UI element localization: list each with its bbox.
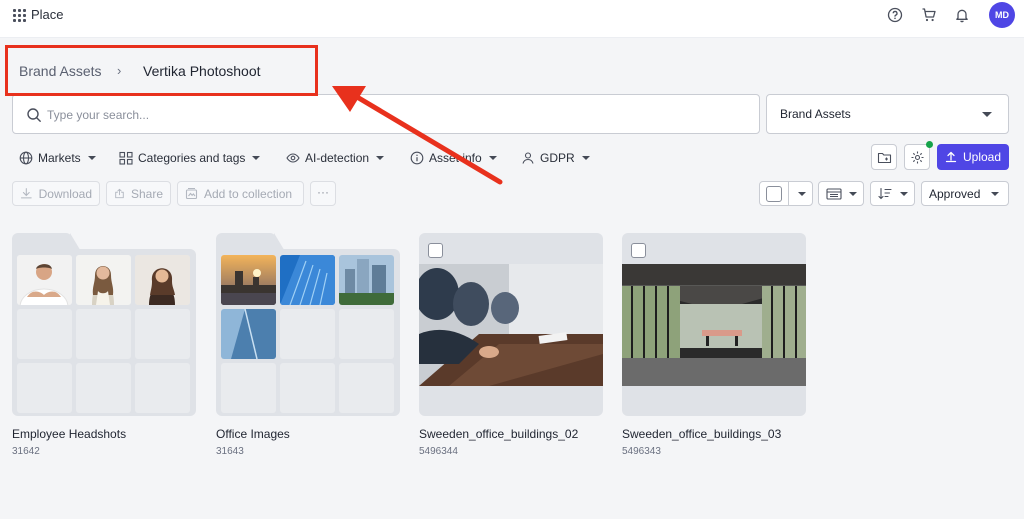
collection-select[interactable]: Brand Assets <box>766 94 1009 134</box>
download-button[interactable]: Download <box>12 181 100 206</box>
folder-thumbnail-grid <box>221 255 395 413</box>
empty-thumbnail-slot <box>76 363 131 413</box>
asset-card[interactable]: Sweeden_office_buildings_03 5496343 <box>622 233 806 463</box>
folder-plus-icon <box>877 152 891 163</box>
building-thumbnail <box>221 309 276 359</box>
settings-button[interactable] <box>904 144 930 170</box>
chevron-down-icon <box>982 112 992 117</box>
building-thumbnail <box>280 255 335 305</box>
empty-thumbnail-slot <box>280 363 335 413</box>
folder-id: 31642 <box>12 446 40 457</box>
headshot-thumbnail <box>135 255 190 305</box>
select-all-checkbox[interactable] <box>766 185 782 202</box>
sort-icon <box>878 187 892 200</box>
empty-thumbnail-slot <box>76 309 131 359</box>
chevron-down-icon <box>87 156 96 160</box>
folder-thumbnail-grid <box>17 255 191 413</box>
add-to-collection-button[interactable]: Add to collection <box>177 181 304 206</box>
filter-label: Markets <box>38 151 81 165</box>
share-label: Share <box>130 186 163 201</box>
filter-gdpr[interactable]: GDPR <box>521 149 590 167</box>
empty-thumbnail-slot <box>280 309 335 359</box>
asset-name[interactable]: Sweeden_office_buildings_02 <box>419 427 578 441</box>
eye-icon <box>286 153 300 163</box>
approval-status-value: Approved <box>929 187 981 201</box>
upload-icon <box>945 151 957 163</box>
cart-icon[interactable] <box>921 7 937 23</box>
person-icon <box>522 152 534 164</box>
headshot-thumbnail <box>17 255 72 305</box>
folder-body <box>216 249 400 416</box>
meeting-photo <box>419 264 603 386</box>
upload-button[interactable]: Upload <box>937 144 1009 170</box>
chevron-down-icon <box>991 192 999 196</box>
empty-thumbnail-slot <box>339 309 394 359</box>
app-title: Place <box>31 7 64 22</box>
bell-icon[interactable] <box>954 7 970 23</box>
filter-categories-and-tags[interactable]: Categories and tags <box>119 149 261 167</box>
folder-card[interactable]: Office Images 31643 <box>216 233 400 463</box>
folder-id: 31643 <box>216 446 244 457</box>
annotation-arrow-icon <box>332 86 503 185</box>
chevron-down-icon <box>252 156 261 160</box>
folder-card[interactable]: Employee Headshots 31642 <box>12 233 196 463</box>
status-dot <box>926 141 933 148</box>
empty-thumbnail-slot <box>17 363 72 413</box>
search-icon <box>27 108 41 122</box>
add-to-collection-label: Add to collection <box>204 186 293 201</box>
asset-name[interactable]: Sweeden_office_buildings_03 <box>622 427 781 441</box>
asset-id: 5496343 <box>622 446 661 457</box>
empty-thumbnail-slot <box>135 309 190 359</box>
help-icon[interactable] <box>887 7 903 23</box>
top-bar: Place MD <box>0 0 1024 38</box>
asset-select-checkbox[interactable] <box>428 243 443 258</box>
tags-icon <box>119 151 133 165</box>
asset-thumbnail-frame <box>622 233 806 416</box>
chevron-down-icon <box>849 191 857 196</box>
chevron-down-icon <box>798 191 806 196</box>
folder-body <box>12 249 196 416</box>
download-label: Download <box>38 186 92 201</box>
approval-status-select[interactable]: Approved <box>921 181 1009 206</box>
building-thumbnail <box>339 255 394 305</box>
new-folder-button[interactable] <box>871 144 897 170</box>
asset-card[interactable]: Sweeden_office_buildings_02 5496344 <box>419 233 603 463</box>
collection-icon <box>185 187 198 200</box>
office-interior-photo <box>622 264 806 386</box>
empty-thumbnail-slot <box>339 363 394 413</box>
building-thumbnail <box>221 255 276 305</box>
filter-label: Categories and tags <box>138 151 246 165</box>
collection-select-value: Brand Assets <box>780 107 851 121</box>
share-icon <box>115 188 124 199</box>
asset-thumbnail-frame <box>419 233 603 416</box>
empty-thumbnail-slot <box>135 363 190 413</box>
annotation-highlight-box <box>5 45 318 96</box>
headshot-thumbnail <box>76 255 131 305</box>
user-avatar[interactable]: MD <box>989 2 1015 28</box>
empty-thumbnail-slot <box>17 309 72 359</box>
globe-icon <box>19 151 33 165</box>
app-launcher-icon[interactable] <box>13 9 26 22</box>
chevron-down-icon <box>581 156 590 160</box>
empty-thumbnail-slot <box>221 363 276 413</box>
filter-label: GDPR <box>540 151 575 165</box>
folder-name[interactable]: Employee Headshots <box>12 427 126 441</box>
asset-select-checkbox[interactable] <box>631 243 646 258</box>
share-button[interactable]: Share <box>106 181 171 206</box>
folder-name[interactable]: Office Images <box>216 427 290 441</box>
grid-view-icon <box>826 187 842 200</box>
gear-icon <box>911 151 923 163</box>
sort-select[interactable] <box>870 181 915 206</box>
filter-markets[interactable]: Markets <box>19 149 96 167</box>
asset-id: 5496344 <box>419 446 458 457</box>
upload-label: Upload <box>962 150 1002 164</box>
chevron-down-icon <box>900 191 908 196</box>
download-icon <box>20 188 32 199</box>
view-mode-select[interactable] <box>818 181 864 206</box>
select-all-control[interactable] <box>759 181 813 206</box>
